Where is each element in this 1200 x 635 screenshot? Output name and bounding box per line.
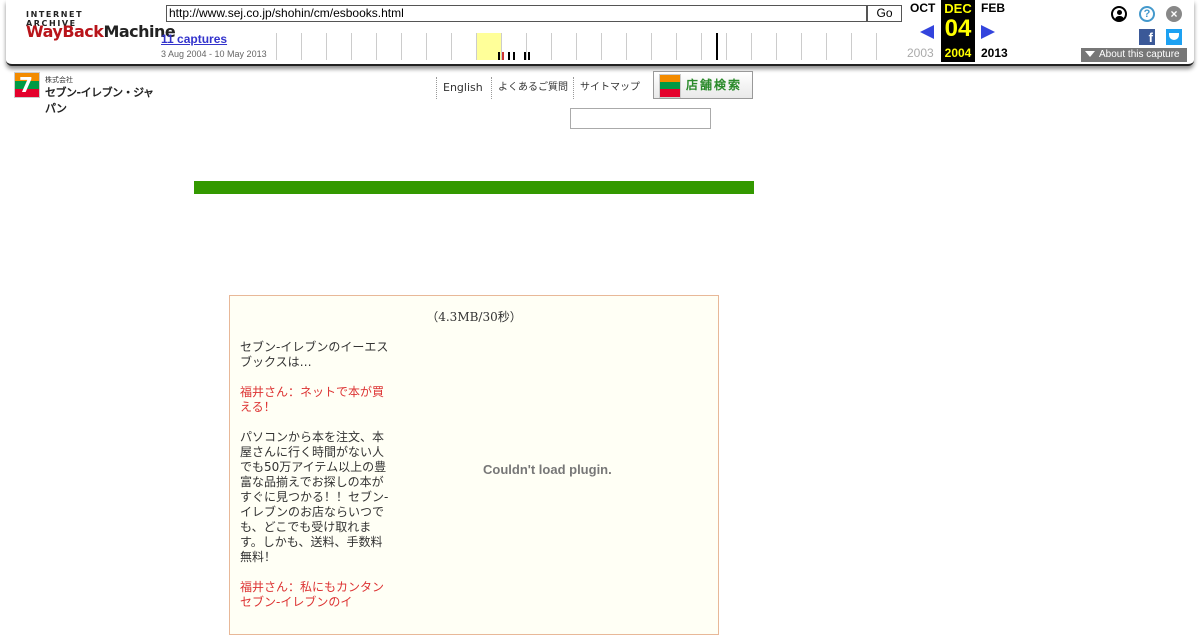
search-input[interactable] [570,108,711,129]
content-box: （4.3MB/30秒） セブン-イレブンのイーエスブックスは… 福井さん：ネット… [229,295,719,635]
prev-capture-arrow-icon[interactable] [920,25,934,39]
close-icon[interactable]: × [1166,6,1182,22]
paragraph-body: パソコンから本を注文、本屋さんに行く時間がない人でも50万アイテム以上の豊富な品… [240,430,389,564]
logo-wayback-machine: WayBackMachine [26,22,176,41]
store-search-button[interactable]: 店舗検索 [653,71,753,99]
nav-english[interactable]: English [436,77,491,99]
go-button[interactable]: Go [867,5,902,22]
capture-tick [528,52,530,60]
capture-tick [508,52,510,60]
capture-tick [524,52,526,60]
user-account-icon[interactable] [1111,6,1127,22]
capture-tick [498,52,500,60]
plugin-error-message: Couldn't load plugin. [483,462,612,477]
paragraph-highlight: 福井さん：私にもカンタン [240,580,385,594]
capture-tick [716,33,718,60]
facebook-icon[interactable]: f [1139,29,1155,45]
capture-tick [513,52,515,60]
capture-date-range: 3 Aug 2004 - 10 May 2013 [161,49,267,59]
url-input[interactable]: http://www.sej.co.jp/shohin/cm/esbooks.h… [166,5,867,22]
store-search-label: 店舗検索 [686,78,743,92]
company-name: セブン-イレブン・ジャパン [45,86,154,115]
capture-tick [502,52,504,60]
prev-year[interactable]: 2003 [907,46,934,60]
next-month[interactable]: FEB [981,1,1005,15]
paragraph-cutoff: セブン-イレブンのイ [240,595,353,609]
help-icon[interactable]: ? [1139,6,1155,22]
nav-sitemap[interactable]: サイトマップ [573,77,645,99]
nav-faq[interactable]: よくあるご質問 [491,77,573,99]
current-year: 2004 [944,46,972,60]
wayback-toolbar: INTERNET ARCHIVE WayBackMachine http://w… [6,0,1194,66]
wayback-logo[interactable]: INTERNET ARCHIVE WayBackMachine [26,10,176,50]
triangle-down-icon [1085,51,1095,57]
seven-eleven-emblem-icon [659,74,681,98]
capture-sparkline[interactable] [276,33,901,60]
green-divider-bar [194,181,754,194]
about-capture-button[interactable]: About this capture [1081,48,1187,62]
current-day: 04 [944,15,972,42]
next-capture-arrow-icon[interactable] [981,25,995,39]
seven-eleven-emblem-icon: 7 [14,72,40,98]
next-year[interactable]: 2013 [981,46,1008,60]
description-text: セブン-イレブンのイーエスブックスは… 福井さん：ネットで本が買える！ パソコン… [240,340,390,625]
seven-eleven-logo[interactable]: 7 株式会社 セブン-イレブン・ジャパン [14,72,164,115]
twitter-icon[interactable] [1166,29,1182,45]
prev-month[interactable]: OCT [910,1,935,15]
current-capture-date: DEC 04 2004 [941,0,975,62]
file-size-note: （4.3MB/30秒） [426,310,522,324]
captures-link[interactable]: 11 captures [161,32,227,46]
paragraph-intro: セブン-イレブンのイーエスブックスは… [240,340,389,369]
current-month: DEC [944,1,972,16]
paragraph-highlight: 福井さん：ネットで本が買える！ [240,385,385,414]
